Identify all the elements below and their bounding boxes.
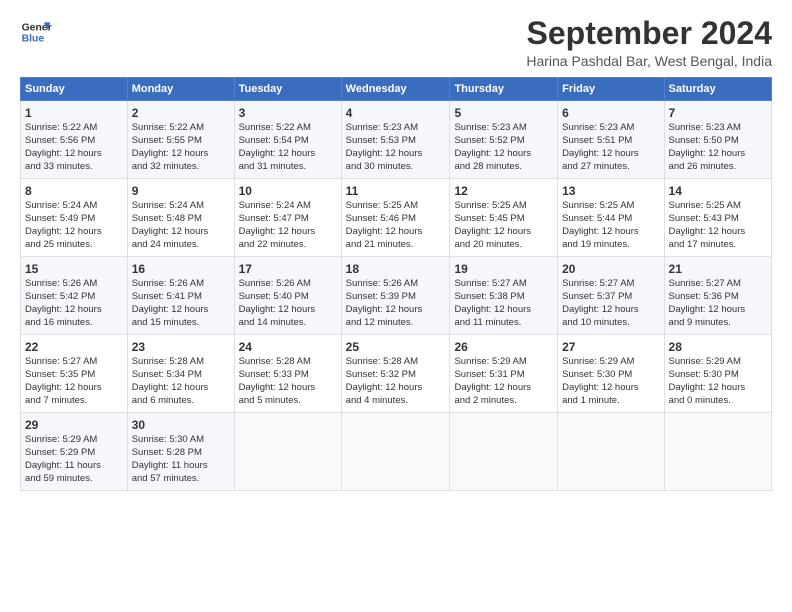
main-title: September 2024 bbox=[526, 16, 772, 51]
col-friday: Friday bbox=[558, 78, 664, 101]
calendar-cell-20: 20Sunrise: 5:27 AMSunset: 5:37 PMDayligh… bbox=[558, 257, 664, 335]
day-number: 17 bbox=[239, 261, 337, 277]
day-number: 4 bbox=[346, 105, 446, 121]
day-number: 22 bbox=[25, 339, 123, 355]
day-number: 12 bbox=[454, 183, 553, 199]
day-number: 8 bbox=[25, 183, 123, 199]
calendar-cell-10: 10Sunrise: 5:24 AMSunset: 5:47 PMDayligh… bbox=[234, 179, 341, 257]
day-number: 18 bbox=[346, 261, 446, 277]
header: General Blue September 2024 Harina Pashd… bbox=[20, 16, 772, 69]
calendar-cell-13: 13Sunrise: 5:25 AMSunset: 5:44 PMDayligh… bbox=[558, 179, 664, 257]
calendar-cell-27: 27Sunrise: 5:29 AMSunset: 5:30 PMDayligh… bbox=[558, 335, 664, 413]
day-number: 9 bbox=[132, 183, 230, 199]
day-number: 29 bbox=[25, 417, 123, 433]
calendar-cell-empty bbox=[341, 413, 450, 491]
calendar-cell-empty bbox=[664, 413, 771, 491]
col-sunday: Sunday bbox=[21, 78, 128, 101]
page: General Blue September 2024 Harina Pashd… bbox=[0, 0, 792, 612]
calendar-cell-14: 14Sunrise: 5:25 AMSunset: 5:43 PMDayligh… bbox=[664, 179, 771, 257]
calendar-cell-23: 23Sunrise: 5:28 AMSunset: 5:34 PMDayligh… bbox=[127, 335, 234, 413]
calendar-cell-11: 11Sunrise: 5:25 AMSunset: 5:46 PMDayligh… bbox=[341, 179, 450, 257]
svg-text:Blue: Blue bbox=[22, 34, 45, 45]
calendar-cell-17: 17Sunrise: 5:26 AMSunset: 5:40 PMDayligh… bbox=[234, 257, 341, 335]
calendar-cell-9: 9Sunrise: 5:24 AMSunset: 5:48 PMDaylight… bbox=[127, 179, 234, 257]
calendar-week-1: 1Sunrise: 5:22 AMSunset: 5:56 PMDaylight… bbox=[21, 101, 772, 179]
col-thursday: Thursday bbox=[450, 78, 558, 101]
day-number: 15 bbox=[25, 261, 123, 277]
day-number: 19 bbox=[454, 261, 553, 277]
calendar-cell-12: 12Sunrise: 5:25 AMSunset: 5:45 PMDayligh… bbox=[450, 179, 558, 257]
day-number: 5 bbox=[454, 105, 553, 121]
calendar-week-2: 8Sunrise: 5:24 AMSunset: 5:49 PMDaylight… bbox=[21, 179, 772, 257]
day-number: 16 bbox=[132, 261, 230, 277]
day-number: 13 bbox=[562, 183, 659, 199]
calendar-cell-25: 25Sunrise: 5:28 AMSunset: 5:32 PMDayligh… bbox=[341, 335, 450, 413]
day-number: 7 bbox=[669, 105, 767, 121]
calendar-cell-28: 28Sunrise: 5:29 AMSunset: 5:30 PMDayligh… bbox=[664, 335, 771, 413]
calendar-cell-5: 5Sunrise: 5:23 AMSunset: 5:52 PMDaylight… bbox=[450, 101, 558, 179]
calendar-cell-22: 22Sunrise: 5:27 AMSunset: 5:35 PMDayligh… bbox=[21, 335, 128, 413]
day-number: 1 bbox=[25, 105, 123, 121]
calendar-week-3: 15Sunrise: 5:26 AMSunset: 5:42 PMDayligh… bbox=[21, 257, 772, 335]
calendar-cell-7: 7Sunrise: 5:23 AMSunset: 5:50 PMDaylight… bbox=[664, 101, 771, 179]
day-number: 27 bbox=[562, 339, 659, 355]
col-monday: Monday bbox=[127, 78, 234, 101]
calendar-cell-empty bbox=[450, 413, 558, 491]
calendar-week-5: 29Sunrise: 5:29 AMSunset: 5:29 PMDayligh… bbox=[21, 413, 772, 491]
day-number: 26 bbox=[454, 339, 553, 355]
col-saturday: Saturday bbox=[664, 78, 771, 101]
calendar-cell-1: 1Sunrise: 5:22 AMSunset: 5:56 PMDaylight… bbox=[21, 101, 128, 179]
calendar-cell-15: 15Sunrise: 5:26 AMSunset: 5:42 PMDayligh… bbox=[21, 257, 128, 335]
day-number: 11 bbox=[346, 183, 446, 199]
col-wednesday: Wednesday bbox=[341, 78, 450, 101]
calendar-cell-8: 8Sunrise: 5:24 AMSunset: 5:49 PMDaylight… bbox=[21, 179, 128, 257]
calendar-cell-29: 29Sunrise: 5:29 AMSunset: 5:29 PMDayligh… bbox=[21, 413, 128, 491]
col-tuesday: Tuesday bbox=[234, 78, 341, 101]
calendar-cell-19: 19Sunrise: 5:27 AMSunset: 5:38 PMDayligh… bbox=[450, 257, 558, 335]
calendar-cell-24: 24Sunrise: 5:28 AMSunset: 5:33 PMDayligh… bbox=[234, 335, 341, 413]
subtitle: Harina Pashdal Bar, West Bengal, India bbox=[526, 53, 772, 69]
calendar-cell-4: 4Sunrise: 5:23 AMSunset: 5:53 PMDaylight… bbox=[341, 101, 450, 179]
logo-icon: General Blue bbox=[20, 16, 52, 48]
calendar-cell-empty bbox=[234, 413, 341, 491]
day-number: 21 bbox=[669, 261, 767, 277]
calendar: Sunday Monday Tuesday Wednesday Thursday… bbox=[20, 77, 772, 491]
calendar-cell-2: 2Sunrise: 5:22 AMSunset: 5:55 PMDaylight… bbox=[127, 101, 234, 179]
day-number: 3 bbox=[239, 105, 337, 121]
calendar-cell-18: 18Sunrise: 5:26 AMSunset: 5:39 PMDayligh… bbox=[341, 257, 450, 335]
title-block: September 2024 Harina Pashdal Bar, West … bbox=[526, 16, 772, 69]
day-number: 28 bbox=[669, 339, 767, 355]
calendar-cell-26: 26Sunrise: 5:29 AMSunset: 5:31 PMDayligh… bbox=[450, 335, 558, 413]
day-number: 25 bbox=[346, 339, 446, 355]
calendar-week-4: 22Sunrise: 5:27 AMSunset: 5:35 PMDayligh… bbox=[21, 335, 772, 413]
day-number: 2 bbox=[132, 105, 230, 121]
calendar-header-row: Sunday Monday Tuesday Wednesday Thursday… bbox=[21, 78, 772, 101]
day-number: 30 bbox=[132, 417, 230, 433]
day-number: 10 bbox=[239, 183, 337, 199]
calendar-cell-21: 21Sunrise: 5:27 AMSunset: 5:36 PMDayligh… bbox=[664, 257, 771, 335]
logo: General Blue bbox=[20, 16, 52, 48]
calendar-cell-16: 16Sunrise: 5:26 AMSunset: 5:41 PMDayligh… bbox=[127, 257, 234, 335]
calendar-cell-30: 30Sunrise: 5:30 AMSunset: 5:28 PMDayligh… bbox=[127, 413, 234, 491]
day-number: 20 bbox=[562, 261, 659, 277]
calendar-cell-3: 3Sunrise: 5:22 AMSunset: 5:54 PMDaylight… bbox=[234, 101, 341, 179]
calendar-cell-6: 6Sunrise: 5:23 AMSunset: 5:51 PMDaylight… bbox=[558, 101, 664, 179]
day-number: 24 bbox=[239, 339, 337, 355]
day-number: 14 bbox=[669, 183, 767, 199]
day-number: 6 bbox=[562, 105, 659, 121]
day-number: 23 bbox=[132, 339, 230, 355]
calendar-cell-empty bbox=[558, 413, 664, 491]
